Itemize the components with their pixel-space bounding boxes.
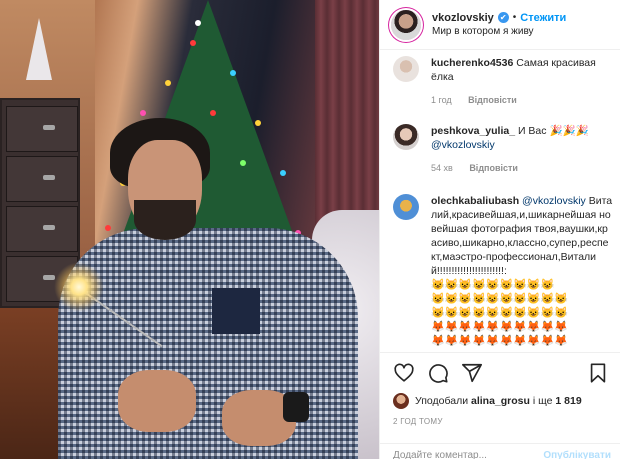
comment-item: kucherenko4536 Самая красивая ёлка 1 год… xyxy=(393,56,613,107)
post-location[interactable]: Мир в котором я живу xyxy=(432,25,566,39)
comment-emoji-line: 🦊🦊🦊🦊🦊🦊🦊🦊🦊🦊 xyxy=(431,321,568,333)
verified-badge-icon: ✔ xyxy=(497,12,509,23)
comment-emoji-line: 😺😺😺😺😺😺😺😺😺 xyxy=(431,279,555,291)
reply-button[interactable]: Відповісти xyxy=(469,163,518,173)
photo-shirt xyxy=(58,228,358,459)
liker-avatar[interactable] xyxy=(393,393,409,409)
photo-light xyxy=(165,80,171,86)
follow-button[interactable]: Стежити xyxy=(520,11,566,25)
author-avatar[interactable] xyxy=(391,9,421,40)
comment-time[interactable]: 54 хв xyxy=(431,163,453,173)
comment-username[interactable]: kucherenko4536 xyxy=(431,57,513,69)
comment-text-line: peshkova_yulia_ И Вас 🎉🎉🎉 @vkozlovskiy xyxy=(431,124,613,152)
comment-time[interactable]: 1 год xyxy=(431,95,452,105)
author-username[interactable]: vkozlovskiy xyxy=(432,11,494,25)
photo-light xyxy=(255,120,261,126)
comment-text-line: olechkabaliubash @vkozlovskiy Виталий,кр… xyxy=(431,194,613,278)
heart-icon[interactable] xyxy=(393,362,415,384)
separator-dot: • xyxy=(512,11,517,23)
comment-body: olechkabaliubash @vkozlovskiy Виталий,кр… xyxy=(431,194,613,348)
comment-emoji-line: 🦊🦊🦊🦊🦊🦊🦊🦊🦊🦊 xyxy=(431,335,568,347)
publish-button[interactable]: Опублікувати xyxy=(543,450,611,459)
likes-prefix: Уподобали xyxy=(415,395,469,407)
share-icon[interactable] xyxy=(461,362,483,384)
photo-knob xyxy=(43,175,55,180)
comment-text-line: kucherenko4536 Самая красивая ёлка xyxy=(431,56,613,84)
comment-body: kucherenko4536 Самая красивая ёлка 1 год… xyxy=(431,56,613,107)
comment-text: И Вас xyxy=(517,125,547,137)
post-side-panel: vkozlovskiy ✔ • Стежити Мир в котором я … xyxy=(379,0,620,459)
photo-drawer xyxy=(6,106,78,152)
user-avatar-icon[interactable] xyxy=(393,124,419,150)
comment-emoji-line: 😺😺😺😺😺😺😺😺😺😺 xyxy=(431,293,568,305)
bookmark-icon[interactable] xyxy=(587,362,609,384)
photo-light xyxy=(140,110,146,116)
post-photo[interactable] xyxy=(0,0,379,459)
photo-drawer xyxy=(6,206,78,252)
comment-item: peshkova_yulia_ И Вас 🎉🎉🎉 @vkozlovskiy 5… xyxy=(393,124,613,175)
post-header-line: vkozlovskiy ✔ • Стежити xyxy=(432,11,566,25)
comment-username[interactable]: peshkova_yulia_ xyxy=(431,125,515,137)
photo-light xyxy=(280,170,286,176)
post-timestamp[interactable]: 2 ГОД ТОМУ xyxy=(393,417,443,426)
photo-watch xyxy=(283,392,309,422)
photo-light xyxy=(195,20,201,26)
photo-light xyxy=(240,160,246,166)
likes-suffix: і ще xyxy=(532,395,553,407)
likes-count[interactable]: 1 819 xyxy=(555,395,581,407)
comments-list[interactable]: kucherenko4536 Самая красивая ёлка 1 год… xyxy=(380,50,620,352)
comment-body: peshkova_yulia_ И Вас 🎉🎉🎉 @vkozlovskiy 5… xyxy=(431,124,613,175)
photo-knob xyxy=(43,275,55,280)
liker-username[interactable]: alina_grosu xyxy=(471,395,530,407)
add-comment-bar: Додайте коментар... Опублікувати xyxy=(380,443,620,459)
comment-meta: 1 год Відповісти xyxy=(431,93,613,107)
comment-emojis: 🎉🎉🎉 xyxy=(549,125,589,137)
photo-light xyxy=(190,40,196,46)
photo-knob xyxy=(43,225,55,230)
comment-text: Виталий,красивейшая,и,шикарнейшая новейш… xyxy=(431,195,613,277)
comment-input[interactable]: Додайте коментар... xyxy=(393,450,487,459)
user-avatar-icon[interactable] xyxy=(393,56,419,82)
comment-icon[interactable] xyxy=(427,362,449,384)
comment-mention[interactable]: @vkozlovskiy xyxy=(431,139,495,151)
action-icons xyxy=(393,362,483,384)
likes-summary: Уподобали alina_grosu і ще 1 819 xyxy=(393,393,582,409)
comment-mention[interactable]: @vkozlovskiy xyxy=(522,195,586,207)
photo-hand xyxy=(118,370,196,432)
photo-pocket xyxy=(212,288,260,334)
photo-light xyxy=(210,110,216,116)
photo-light xyxy=(230,70,236,76)
post-actions: Уподобали alina_grosu і ще 1 819 2 ГОД Т… xyxy=(380,352,620,459)
photo-light xyxy=(105,225,111,231)
user-avatar-icon[interactable] xyxy=(393,194,419,220)
comment-item: olechkabaliubash @vkozlovskiy Виталий,кр… xyxy=(393,194,613,348)
post-header: vkozlovskiy ✔ • Стежити Мир в котором я … xyxy=(380,0,620,50)
photo-knob xyxy=(43,125,55,130)
comment-meta: 54 хв Відповісти xyxy=(431,161,613,175)
photo-sparkler xyxy=(54,262,104,312)
reply-button[interactable]: Відповісти xyxy=(468,95,517,105)
photo-beard xyxy=(134,200,196,240)
post-header-text: vkozlovskiy ✔ • Стежити Мир в котором я … xyxy=(432,11,566,39)
comment-emoji-line: 😺😺😺😺😺😺😺😺😺😺 xyxy=(431,307,568,319)
comment-username[interactable]: olechkabaliubash xyxy=(431,195,519,207)
photo-drawer xyxy=(6,156,78,202)
